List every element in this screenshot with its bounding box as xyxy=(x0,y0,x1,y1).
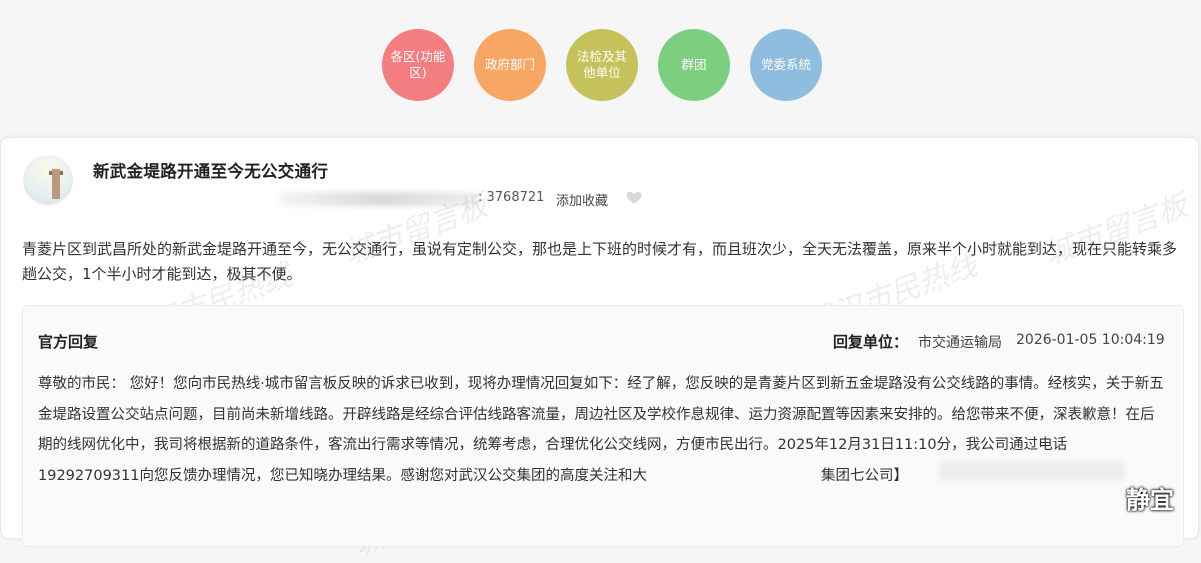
reply-unit: 市交通运输局 xyxy=(918,335,1002,351)
heart-icon[interactable] xyxy=(625,188,643,206)
category-judicial[interactable]: 法检及其他单位 xyxy=(566,29,638,101)
redacted-text xyxy=(940,462,1125,480)
avatar xyxy=(23,155,73,205)
category-districts[interactable]: 各区(功能区) xyxy=(382,29,454,101)
post-id: : 3768721 xyxy=(478,190,545,205)
favorite-button[interactable]: 添加收藏 xyxy=(556,190,608,209)
reply-time: 2026-01-05 10:04:19 xyxy=(1016,332,1165,348)
reply-unit-label: 回复单位： xyxy=(833,333,909,351)
redacted-meta xyxy=(280,192,480,206)
post-content: 青菱片区到武昌所处的新武金堤路开通至今，无公交通行，虽说有定制公交，那也是上下班… xyxy=(22,240,1178,283)
post-title: 新武金堤路开通至今无公交通行 xyxy=(93,162,329,181)
category-government[interactable]: 政府部门 xyxy=(474,29,546,101)
category-party[interactable]: 党委系统 xyxy=(750,29,822,101)
reply-title: 官方回复 xyxy=(38,333,99,351)
category-mass-orgs[interactable]: 群团 xyxy=(658,29,730,101)
corner-stamp: 静宜 xyxy=(1126,486,1174,514)
